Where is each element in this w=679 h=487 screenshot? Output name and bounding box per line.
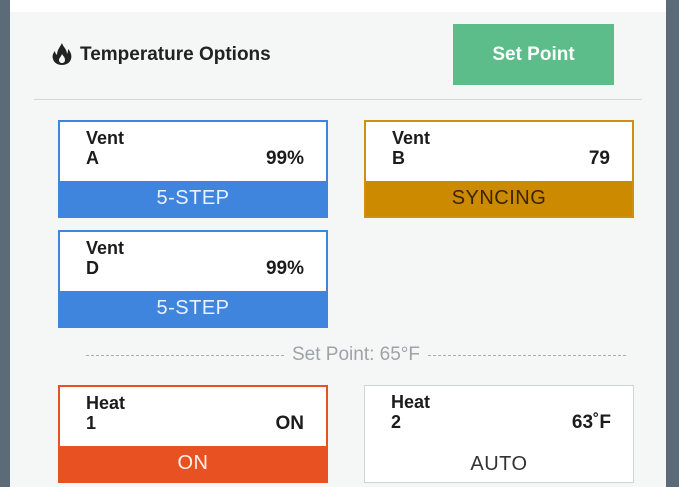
heat-2-value: 63˚F — [571, 412, 611, 433]
vent-a-name: Vent A — [86, 128, 124, 168]
flame-icon — [52, 43, 72, 65]
vent-b-name-line2: B — [392, 148, 405, 168]
heat-1-value: ON — [275, 413, 305, 434]
heat-1-status: ON — [60, 446, 326, 481]
heat-1-name-line2: 1 — [86, 413, 97, 433]
panel-top-strip — [10, 0, 666, 12]
vent-d-status: 5-STEP — [60, 291, 326, 326]
vent-b-status: SYNCING — [366, 181, 632, 216]
temperature-options-panel: Temperature Options Set Point Vent A 99%… — [10, 0, 666, 487]
vent-d-name-line2: D — [86, 258, 99, 278]
heat-2-tile[interactable]: Heat 2 63˚F AUTO — [364, 385, 634, 483]
vent-a-tile[interactable]: Vent A 99% 5-STEP — [58, 120, 328, 218]
heat-2-name-line1: Heat — [391, 392, 431, 412]
vent-a-name-line1: Vent — [86, 128, 125, 148]
vent-d-name: Vent D — [86, 238, 124, 278]
heat-2-name: Heat 2 — [391, 392, 430, 432]
window-frame-left — [0, 0, 10, 487]
vent-d-value: 99% — [265, 258, 304, 279]
dashed-rule-left — [86, 354, 284, 356]
heat-2-name-line2: 2 — [391, 412, 402, 432]
vent-a-name-line2: A — [86, 148, 99, 168]
vent-b-tile[interactable]: Vent B 79 SYNCING — [364, 120, 634, 218]
vent-d-name-line1: Vent — [86, 238, 125, 258]
dashed-rule-right — [428, 354, 626, 356]
vent-a-value: 99% — [265, 148, 304, 169]
vent-b-name-line1: Vent — [392, 128, 431, 148]
vent-b-value: 79 — [588, 148, 610, 169]
vent-b-name: Vent B — [392, 128, 430, 168]
vent-a-status: 5-STEP — [60, 181, 326, 216]
page-title: Temperature Options — [80, 44, 271, 65]
vent-d-tile[interactable]: Vent D 99% 5-STEP — [58, 230, 328, 328]
heat-1-tile[interactable]: Heat 1 ON ON — [58, 385, 328, 483]
set-point-indicator: Set Point: 65°F — [86, 343, 626, 367]
set-point-button[interactable]: Set Point — [453, 24, 614, 85]
heat-1-name: Heat 1 — [86, 393, 125, 433]
heat-2-status: AUTO — [365, 447, 633, 482]
header-divider — [34, 99, 642, 100]
heat-1-name-line1: Heat — [86, 393, 126, 413]
window-frame-right — [666, 0, 679, 487]
set-point-label: Set Point: 65°F — [292, 344, 420, 365]
